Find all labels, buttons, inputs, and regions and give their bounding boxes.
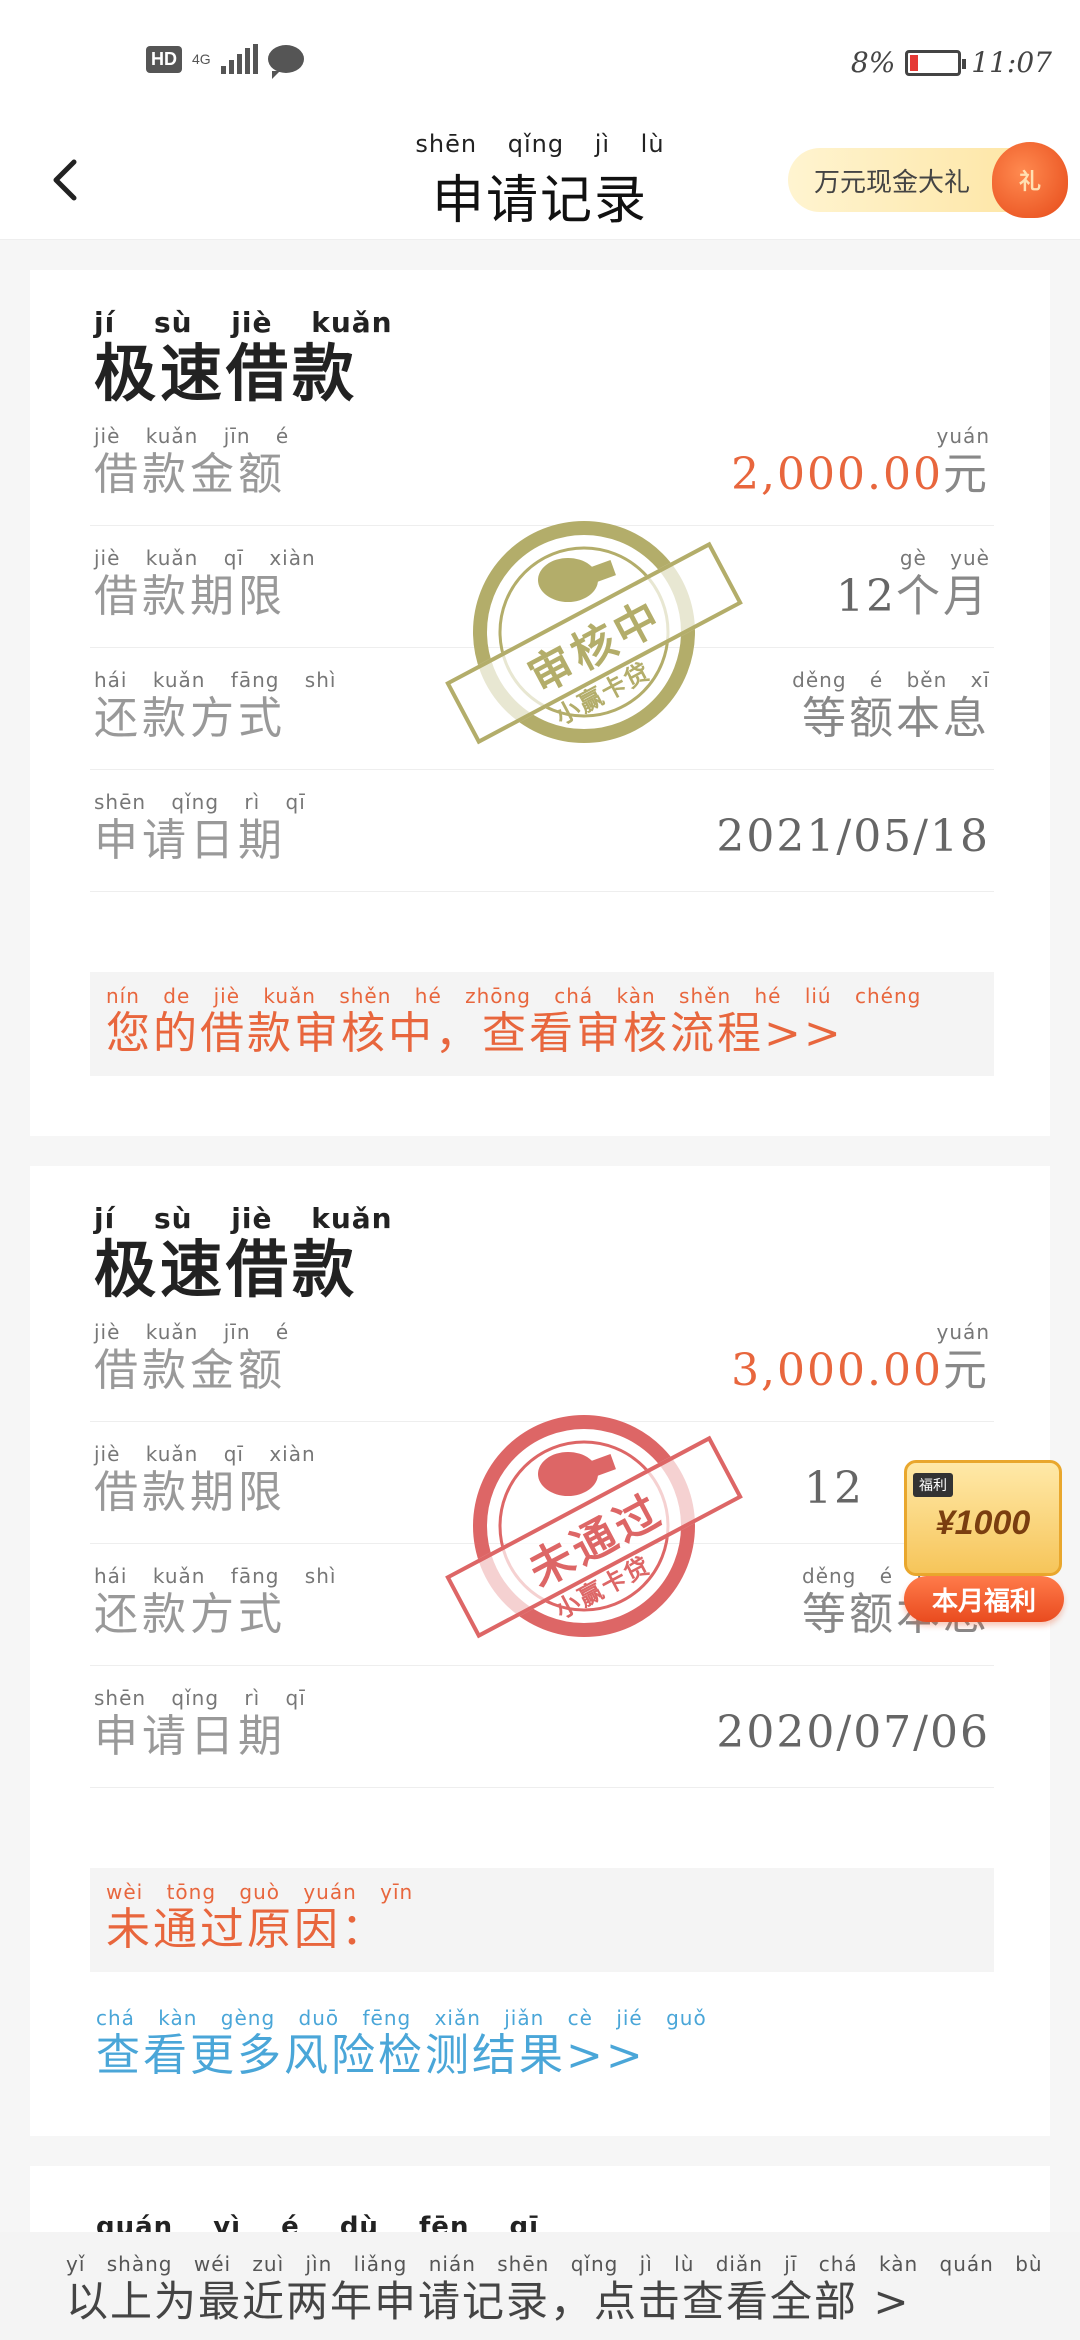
unit-pinyin: yuán [936,424,990,448]
unit-pinyin: gè yuè [899,546,990,570]
monthly-welfare-button[interactable]: 本月福利 [904,1576,1064,1622]
label-pinyin: jiè kuǎn qī xiàn [94,1442,316,1466]
card-title-text: 极速借款 [94,337,359,410]
coupon-card: 福利 ¥1000 [904,1460,1062,1576]
repayment-method-label: 还款方式 [94,1589,286,1640]
unit-pinyin: yuán [936,1320,990,1344]
label-pinyin: shēn qǐng rì qī [94,1686,306,1710]
notice-text: 未通过原因： [106,1904,388,1955]
link-pinyin: chá kàn gèng duō fēng xiǎn jiǎn cè jié g… [96,2006,707,2030]
bottom-text: 以上为最近两年申请记录，点击查看全部 > [66,2277,911,2326]
card-title-pinyin: jí sù jiè kuǎn [94,306,393,339]
label-pinyin: hái kuǎn fāng shì [94,1564,337,1588]
card-title: jí sù jiè kuǎn 极速借款 [94,1202,393,1305]
loan-amount-row: jiè kuǎn jīn é 借款金额 yuán 2,000.00元 [90,404,994,526]
risk-check-link[interactable]: chá kàn gèng duō fēng xiǎn jiǎn cè jié g… [96,2006,707,2082]
loan-term-label: 借款期限 [94,571,286,622]
apply-date-value: 2021/05/18 [716,811,990,862]
apply-date-row: shēn qǐng rì qī 申请日期 2021/05/18 [90,770,994,892]
promo-banner[interactable]: 万元现金大礼 礼 [788,142,1068,218]
unit: 个月 [896,571,990,622]
welfare-amount: ¥1000 [935,1503,1031,1542]
link-text: 查看更多风险检测结果>> [96,2030,646,2081]
bottom-pinyin: yǐ shàng wéi zuì jìn liǎng nián shēn qǐn… [66,2252,1043,2276]
network-type: 4G [192,51,211,67]
view-all-records-bar[interactable]: yǐ shàng wéi zuì jìn liǎng nián shēn qǐn… [0,2232,1080,2340]
loan-amount-row: jiè kuǎn jīn é 借款金额 yuán 3,000.00元 [90,1300,994,1422]
battery-icon [905,49,967,76]
welfare-tag: 福利 [913,1473,953,1497]
apply-date-value: 2020/07/06 [716,1707,990,1758]
apply-date-label: 申请日期 [94,1711,286,1762]
promo-text: 万元现金大礼 [814,166,971,197]
status-icons-left: HD 4G [146,44,304,79]
app-header: shēn qǐng jì lù 申请记录 万元现金大礼 礼 [0,120,1080,240]
status-icons-right: 8% 11:07 [851,46,1052,79]
signal-icon [220,44,258,74]
status-bar: HD 4G 8% 11:07 [0,0,1080,120]
under-review-stamp: 审核中 小赢卡贷 [445,512,743,752]
loan-amount-label: 借款金额 [94,1345,286,1396]
unit: 元 [943,449,990,500]
loan-term-value: 12 [804,1463,864,1514]
loan-amount-value: 3,000.00 [731,1345,943,1396]
label-pinyin: jiè kuǎn qī xiàn [94,546,316,570]
label-pinyin: jiè kuǎn jīn é [94,1320,290,1344]
loan-term-label: 借款期限 [94,1467,286,1518]
battery-percent: 8% [850,46,896,79]
card-title-text: 极速借款 [94,1233,359,1306]
notice-text: 您的借款审核中，查看审核流程>> [106,1008,844,1059]
clock: 11:07 [971,46,1052,79]
loan-term-value: 12 [836,571,896,622]
apply-date-label: 申请日期 [94,815,286,866]
repayment-method-value: 等额本息 [802,693,990,744]
rejection-reason: wèi tōng guò yuán yīn 未通过原因： [90,1868,994,1972]
notice-pinyin: wèi tōng guò yuán yīn [106,1880,414,1904]
loan-amount-label: 借款金额 [94,449,286,500]
unit: 元 [943,1345,990,1396]
card-title: jí sù jiè kuǎn 极速借款 [94,306,393,409]
value-pinyin: děng é běn xī [792,668,990,692]
notice-pinyin: nín de jiè kuǎn shěn hé zhōng chá kàn sh… [106,984,922,1008]
apply-date-row: shēn qǐng rì qī 申请日期 2020/07/06 [90,1666,994,1788]
monthly-welfare-float[interactable]: 福利 ¥1000 本月福利 [892,1452,1074,1632]
review-process-link[interactable]: nín de jiè kuǎn shěn hé zhōng chá kàn sh… [90,972,994,1076]
label-pinyin: shēn qǐng rì qī [94,790,306,814]
label-pinyin: jiè kuǎn jīn é [94,424,290,448]
label-pinyin: hái kuǎn fāng shì [94,668,337,692]
gift-bag-icon: 礼 [992,142,1068,218]
message-icon [267,45,304,79]
repayment-method-label: 还款方式 [94,693,286,744]
loan-amount-value: 2,000.00 [731,449,943,500]
hd-icon: HD [146,45,182,73]
rejected-stamp: 未通过 小赢卡贷 [445,1406,743,1646]
loan-record-card[interactable]: jí sù jiè kuǎn 极速借款 jiè kuǎn jīn é 借款金额 y… [30,1166,1050,2136]
card-title-pinyin: jí sù jiè kuǎn [94,1202,393,1235]
